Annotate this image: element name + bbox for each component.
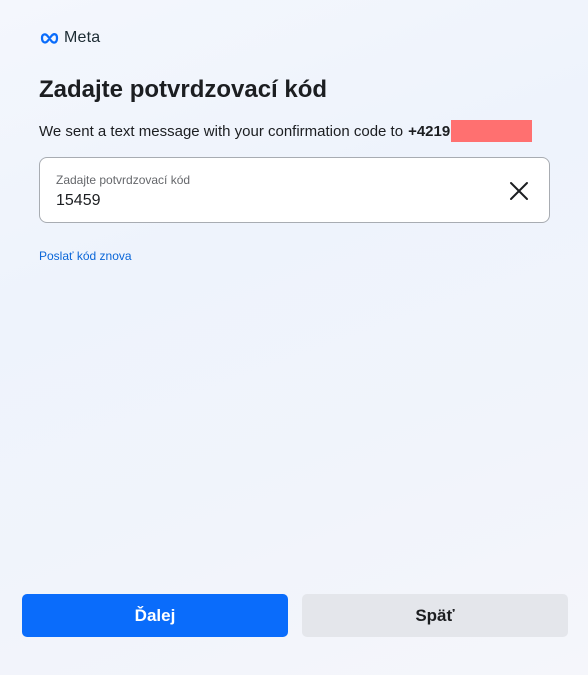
meta-infinity-icon (40, 33, 59, 44)
message-text: We sent a text message with your confirm… (39, 122, 404, 140)
confirmation-code-input[interactable] (56, 192, 476, 210)
phone-number: +4219 (408, 122, 451, 140)
next-button[interactable]: Ďalej (22, 594, 288, 637)
page-title: Zadajte potvrdzovací kód (39, 76, 328, 103)
meta-logo: Meta (39, 29, 100, 47)
clear-icon[interactable] (509, 181, 529, 201)
confirmation-code-field[interactable]: Zadajte potvrdzovací kód (39, 157, 550, 223)
resend-code-link[interactable]: Poslať kód znova (39, 249, 132, 263)
logo-text: Meta (64, 29, 101, 46)
confirmation-message: We sent a text message with your confirm… (39, 120, 533, 142)
redacted-phone-digits (451, 120, 533, 142)
code-field-label: Zadajte potvrdzovací kód (56, 173, 191, 187)
back-button[interactable]: Späť (302, 594, 568, 637)
